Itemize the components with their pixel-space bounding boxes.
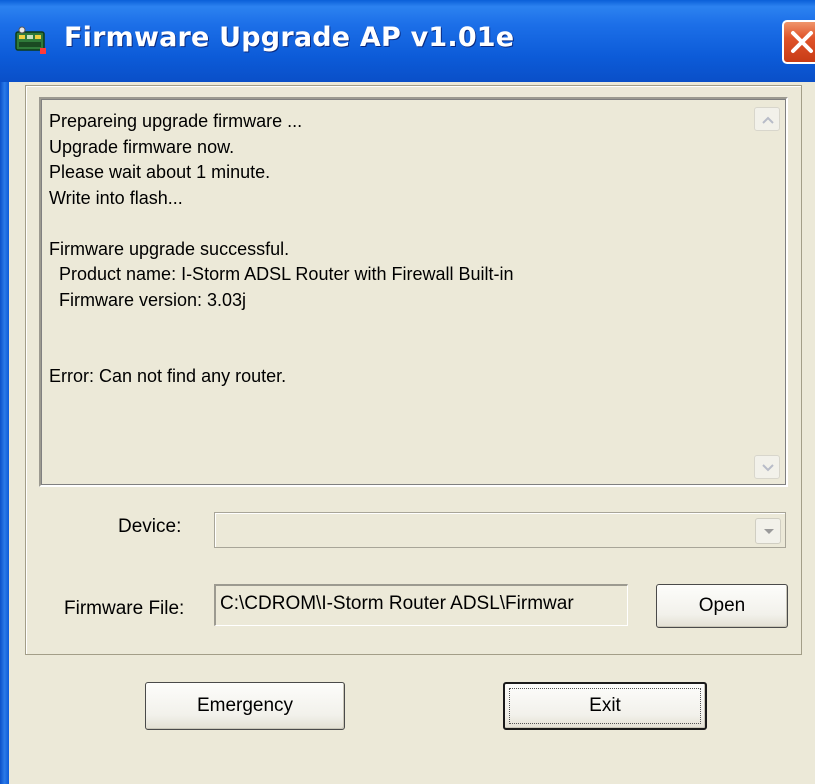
scroll-up-button[interactable] <box>754 107 780 131</box>
window-title: Firmware Upgrade AP v1.01e <box>64 22 515 53</box>
router-app-icon <box>14 26 48 56</box>
log-textarea[interactable]: Prepareing upgrade firmware ... Upgrade f… <box>39 97 788 487</box>
firmware-file-field[interactable]: C:\CDROM\I-Storm Router ADSL\Firmwar <box>214 584 628 626</box>
log-line: Upgrade firmware now. <box>49 136 235 157</box>
log-line: Write into flash... <box>49 187 183 208</box>
vertical-scrollbar[interactable] <box>754 107 780 479</box>
chevron-down-icon <box>764 529 774 534</box>
chevron-up-icon <box>762 116 774 124</box>
log-line: Error: Can not find any router. <box>49 366 287 386</box>
window-frame-left <box>0 82 9 784</box>
title-bar[interactable]: Firmware Upgrade AP v1.01e <box>0 0 815 82</box>
device-dropdown-button[interactable] <box>755 518 781 544</box>
device-label: Device: <box>118 516 182 537</box>
scroll-down-button[interactable] <box>754 455 780 479</box>
exit-button[interactable]: Exit <box>503 682 707 730</box>
device-select[interactable] <box>214 512 786 548</box>
log-lines: Prepareing upgrade firmware ... Upgrade f… <box>49 109 749 390</box>
log-line: Please wait about 1 minute. <box>49 162 271 182</box>
emergency-button[interactable]: Emergency <box>145 682 345 730</box>
open-button[interactable]: Open <box>656 584 788 628</box>
chevron-down-icon <box>762 464 774 472</box>
focus-rectangle <box>509 688 701 724</box>
log-line: Product name: I-Storm ADSL Router with F… <box>49 264 514 284</box>
firmware-file-label: Firmware File: <box>64 598 185 619</box>
firmware-upgrade-window: Firmware Upgrade AP v1.01e Prepareing up… <box>0 0 815 784</box>
log-line: Prepareing upgrade firmware ... <box>49 111 303 131</box>
log-line: Firmware upgrade successful. <box>49 238 290 259</box>
log-line: Firmware version: 3.03j <box>49 289 247 310</box>
close-icon <box>791 31 813 53</box>
close-button[interactable] <box>782 20 815 64</box>
